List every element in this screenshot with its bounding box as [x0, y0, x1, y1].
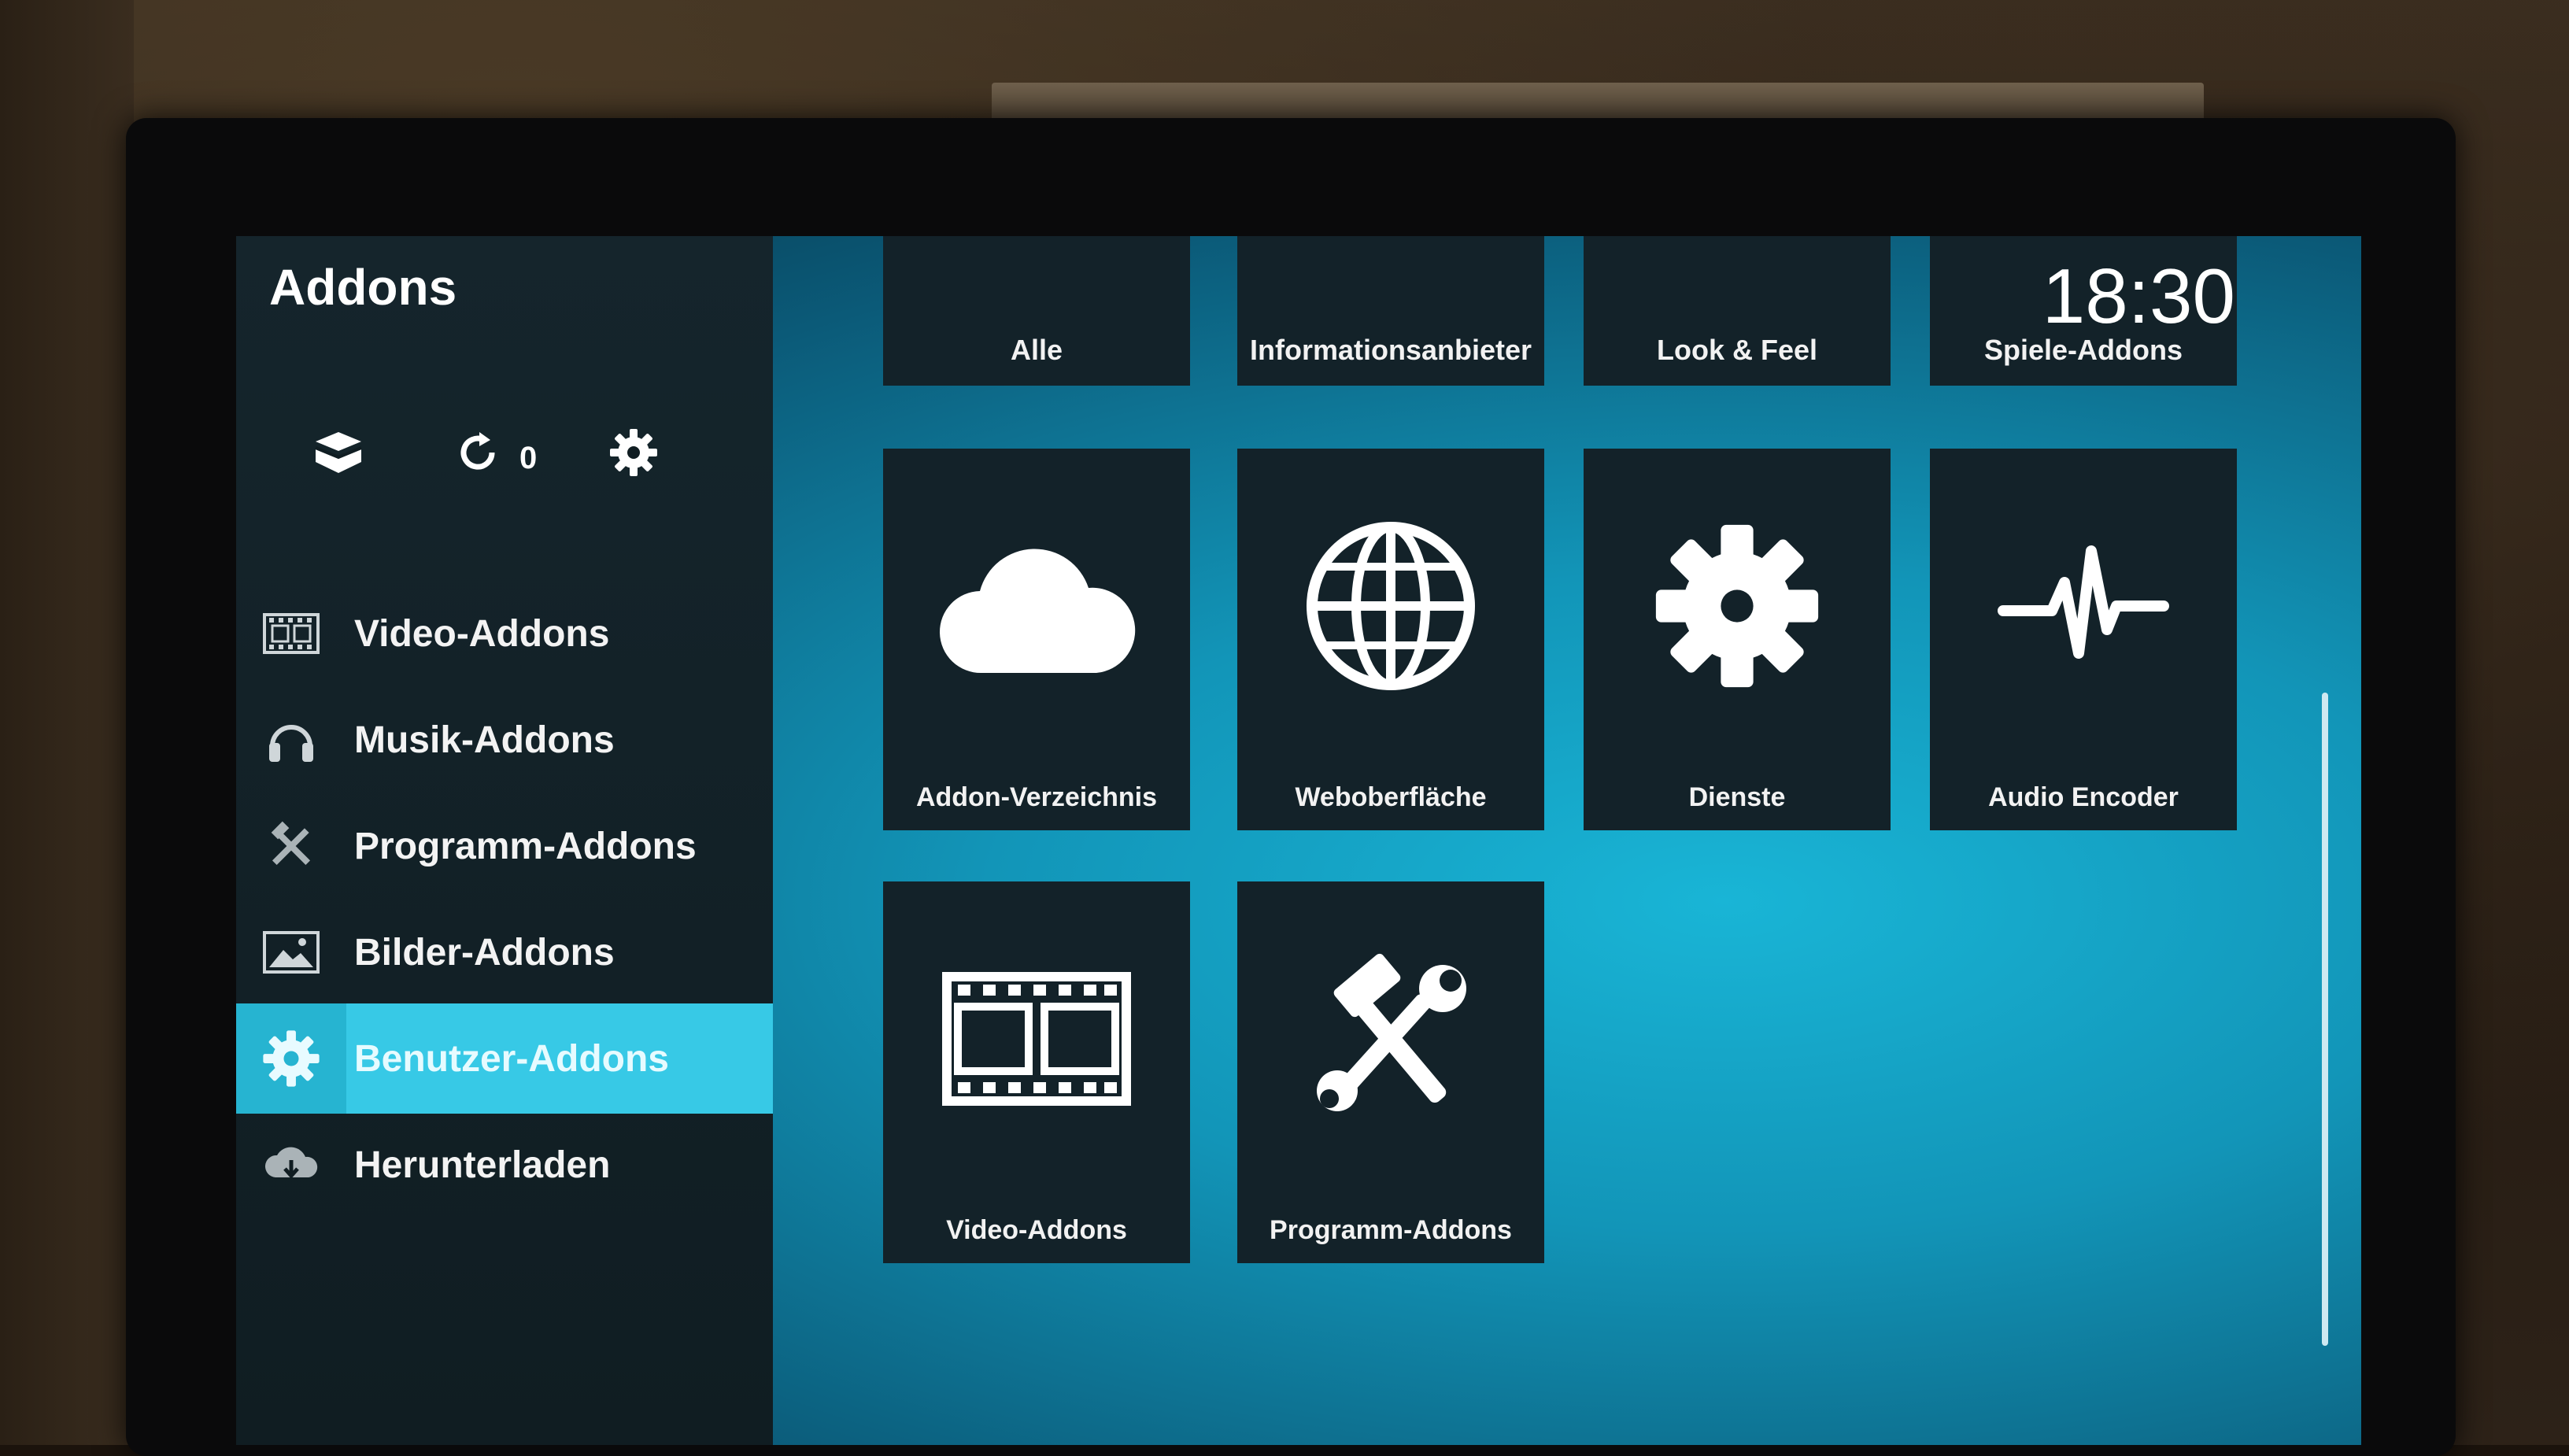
wall — [0, 0, 134, 1445]
tile-programm-addons[interactable]: Programm-Addons — [1237, 881, 1544, 1263]
updates-count: 0 — [519, 441, 538, 475]
tile-dienste[interactable]: Dienste — [1584, 449, 1891, 830]
tile-audio-encoder[interactable]: Audio Encoder — [1930, 449, 2237, 830]
page-title: Addons — [269, 259, 457, 316]
sidebar-item-label: Video-Addons — [354, 612, 610, 655]
sidebar-item-herunterladen[interactable]: Herunterladen — [236, 1110, 773, 1220]
globe-icon — [1237, 504, 1544, 708]
gear-icon — [1584, 504, 1891, 708]
gear-icon — [236, 1003, 346, 1114]
tab-informationsanbieter[interactable]: Informationsanbieter — [1237, 236, 1544, 386]
tools-icon — [1237, 937, 1544, 1141]
sidebar-item-label: Musik-Addons — [354, 719, 615, 761]
sidebar-item-label: Bilder-Addons — [354, 931, 615, 974]
tile-addon-verzeichnis[interactable]: Addon-Verzeichnis — [883, 449, 1190, 830]
tab-label: Informationsanbieter — [1249, 334, 1532, 366]
cloud-icon — [883, 504, 1190, 708]
sidebar-item-label: Herunterladen — [354, 1144, 611, 1186]
tile-label: Addon-Verzeichnis — [915, 782, 1158, 812]
picture-icon — [236, 897, 346, 1007]
tile-label: Audio Encoder — [1988, 782, 2179, 812]
tile-label: Weboberfläche — [1295, 782, 1487, 812]
tab-label: Alle — [1010, 334, 1063, 366]
sidebar-item-video-addons[interactable]: Video-Addons — [236, 578, 773, 689]
sidebar-item-programm-addons[interactable]: Programm-Addons — [236, 791, 773, 901]
film-icon — [883, 937, 1190, 1141]
content-area: Alle Informationsanbieter Look & Feel Sp… — [773, 236, 2361, 1445]
scrollbar[interactable] — [2322, 693, 2328, 1346]
headphones-icon — [236, 685, 346, 795]
tile-weboberflaeche[interactable]: Weboberfläche — [1237, 449, 1544, 830]
sidebar-item-benutzer-addons[interactable]: Benutzer-Addons — [236, 1003, 773, 1114]
sidebar-item-label: Benutzer-Addons — [354, 1037, 669, 1080]
tile-label: Programm-Addons — [1270, 1215, 1512, 1245]
refresh-icon[interactable] — [450, 425, 505, 480]
tab-label: Look & Feel — [1656, 334, 1818, 366]
tab-look-and-feel[interactable]: Look & Feel — [1584, 236, 1891, 386]
sidebar-toolbar: 0 — [236, 417, 773, 504]
tile-label: Dienste — [1688, 782, 1786, 812]
kodi-screen: Addons 0 Video-Addons Musik-Addons Progr… — [236, 236, 2361, 1445]
tools-icon — [236, 791, 346, 901]
sidebar: Addons 0 Video-Addons Musik-Addons Progr… — [236, 236, 773, 1445]
clock: 18:30 — [2042, 253, 2235, 339]
cloud-download-icon — [236, 1110, 346, 1220]
waveform-icon — [1930, 504, 2237, 708]
open-box-icon[interactable] — [311, 425, 366, 480]
tab-alle[interactable]: Alle — [883, 236, 1190, 386]
film-icon — [236, 578, 346, 689]
sidebar-item-musik-addons[interactable]: Musik-Addons — [236, 685, 773, 795]
tile-label: Video-Addons — [946, 1215, 1127, 1245]
tile-video-addons[interactable]: Video-Addons — [883, 881, 1190, 1263]
sidebar-item-bilder-addons[interactable]: Bilder-Addons — [236, 897, 773, 1007]
settings-gear-icon[interactable] — [606, 425, 661, 480]
sidebar-item-label: Programm-Addons — [354, 825, 697, 867]
